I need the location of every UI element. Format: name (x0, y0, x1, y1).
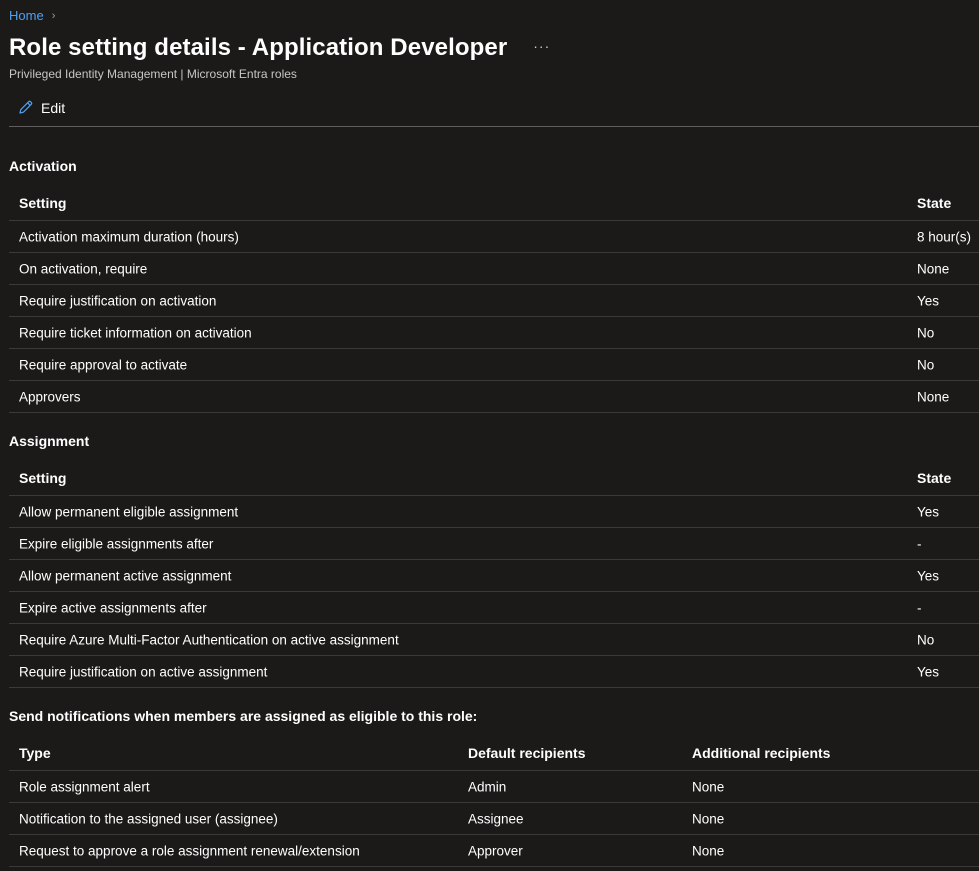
state-cell: - (917, 536, 922, 551)
column-header-setting: Setting (19, 195, 67, 211)
state-cell: Yes (917, 664, 940, 679)
setting-cell: Require Azure Multi-Factor Authenticatio… (19, 632, 399, 647)
additional-recipients-cell: None (692, 843, 725, 858)
additional-recipients-cell: None (692, 811, 725, 826)
setting-cell: Require approval to activate (19, 357, 188, 372)
type-cell: Notification to the assigned user (assig… (19, 811, 278, 826)
table-row: Expire active assignments after - (9, 592, 979, 624)
column-header-type: Type (19, 745, 51, 761)
table-row: Require justification on activation Yes (9, 285, 979, 317)
state-cell: Yes (917, 504, 940, 519)
setting-cell: Require justification on activation (19, 293, 217, 308)
table-row: Request to approve a role assignment ren… (9, 835, 979, 867)
setting-cell: Require ticket information on activation (19, 325, 252, 340)
default-recipients-cell: Approver (468, 843, 523, 858)
setting-cell: Activation maximum duration (hours) (19, 229, 239, 244)
setting-cell: Expire active assignments after (19, 600, 207, 615)
column-header-state: State (917, 195, 952, 211)
state-cell: Yes (917, 568, 940, 583)
page-title: Role setting details - Application Devel… (9, 34, 508, 61)
setting-cell: Allow permanent active assignment (19, 568, 232, 583)
table-header-row: Type Default recipients Additional recip… (9, 736, 979, 771)
activation-section-title: Activation (9, 158, 77, 174)
more-options-icon[interactable]: ··· (533, 38, 550, 54)
column-header-state: State (917, 470, 952, 486)
setting-cell: Allow permanent eligible assignment (19, 504, 239, 519)
setting-cell: Expire eligible assignments after (19, 536, 214, 551)
state-cell: No (917, 325, 935, 340)
edit-label: Edit (41, 99, 66, 116)
state-cell: None (917, 261, 950, 276)
column-header-additional-recipients: Additional recipients (692, 745, 831, 761)
table-row: Expire eligible assignments after - (9, 528, 979, 560)
state-cell: None (917, 389, 950, 404)
table-row: Allow permanent active assignment Yes (9, 560, 979, 592)
state-cell: Yes (917, 293, 940, 308)
type-cell: Request to approve a role assignment ren… (19, 843, 360, 858)
table-row: On activation, require None (9, 253, 979, 285)
table-row: Require Azure Multi-Factor Authenticatio… (9, 624, 979, 656)
activation-table: Setting State Activation maximum duratio… (9, 186, 979, 413)
state-cell: No (917, 357, 935, 372)
title-row: Role setting details - Application Devel… (9, 34, 550, 62)
assignment-table: Setting State Allow permanent eligible a… (9, 461, 979, 688)
table-row: Require justification on active assignme… (9, 656, 979, 688)
table-row: Role assignment alert Admin None (9, 771, 979, 803)
notifications-table: Type Default recipients Additional recip… (9, 736, 979, 867)
state-cell: - (917, 600, 922, 615)
additional-recipients-cell: None (692, 779, 725, 794)
pencil-icon (17, 99, 34, 116)
type-cell: Role assignment alert (19, 779, 150, 794)
table-row: Activation maximum duration (hours) 8 ho… (9, 221, 979, 253)
role-setting-details-page: Home › Role setting details - Applicatio… (0, 0, 979, 871)
table-row: Approvers None (9, 381, 979, 413)
assignment-section-title: Assignment (9, 433, 90, 449)
state-cell: 8 hour(s) (917, 229, 972, 244)
table-header-row: Setting State (9, 186, 979, 221)
chevron-right-icon: › (51, 9, 56, 22)
table-header-row: Setting State (9, 461, 979, 496)
table-row: Notification to the assigned user (assig… (9, 803, 979, 835)
toolbar: Edit (9, 94, 979, 127)
table-row: Require ticket information on activation… (9, 317, 979, 349)
column-header-setting: Setting (19, 470, 67, 486)
breadcrumb-home-link[interactable]: Home (9, 8, 44, 23)
default-recipients-cell: Assignee (468, 811, 524, 826)
table-row: Allow permanent eligible assignment Yes (9, 496, 979, 528)
edit-button[interactable]: Edit (17, 99, 65, 116)
default-recipients-cell: Admin (468, 779, 507, 794)
table-row: Require approval to activate No (9, 349, 979, 381)
setting-cell: Approvers (19, 389, 81, 404)
breadcrumb: Home › (9, 8, 55, 23)
notifications-section-title: Send notifications when members are assi… (9, 708, 478, 724)
state-cell: No (917, 632, 935, 647)
setting-cell: On activation, require (19, 261, 148, 276)
column-header-default-recipients: Default recipients (468, 745, 586, 761)
setting-cell: Require justification on active assignme… (19, 664, 268, 679)
page-subtitle: Privileged Identity Management | Microso… (9, 67, 297, 81)
